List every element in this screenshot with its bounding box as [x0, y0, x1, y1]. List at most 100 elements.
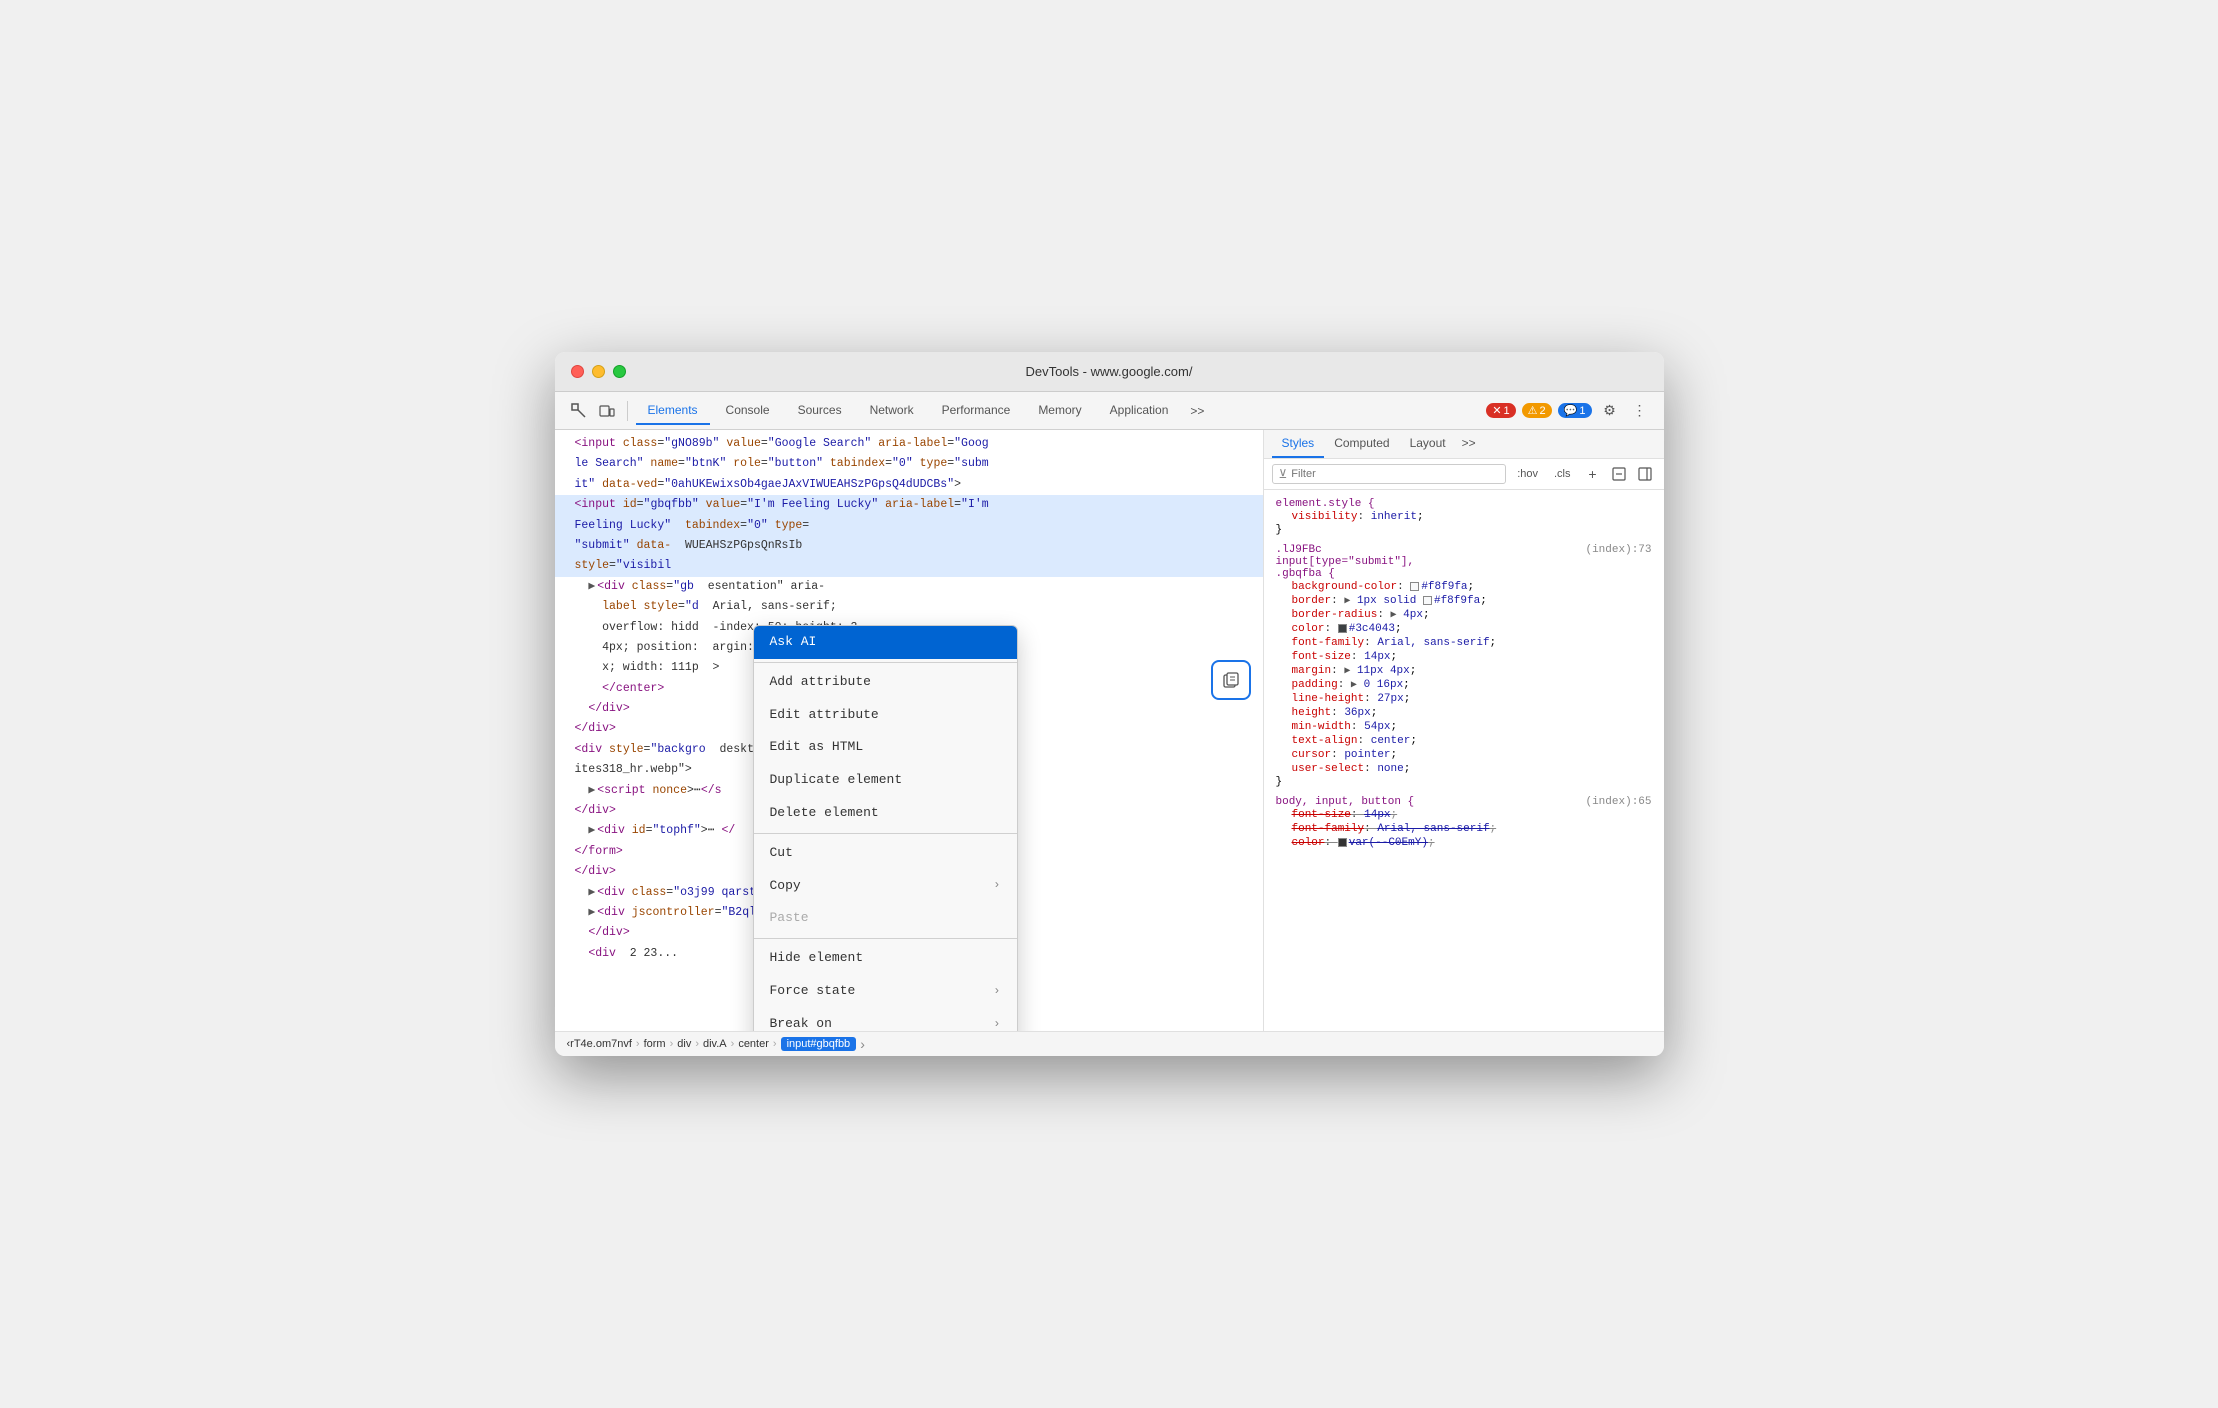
tab-overflow[interactable]: >>	[1184, 398, 1210, 424]
style-property[interactable]: border: ▶ 1px solid #f8f9fa;	[1276, 594, 1652, 608]
styles-tabs: Styles Computed Layout >>	[1264, 430, 1664, 459]
breadcrumb-item-div[interactable]: div	[677, 1038, 691, 1050]
menu-item-label: Hide element	[770, 948, 864, 969]
maximize-button[interactable]	[613, 365, 626, 378]
elements-panel[interactable]: <input class="gNO89b" value="Google Sear…	[555, 430, 1264, 1031]
code-line-highlighted: style="visibil	[555, 556, 1263, 576]
menu-item-label: Add attribute	[770, 672, 871, 693]
hov-button[interactable]: :hov	[1512, 465, 1543, 483]
style-property[interactable]: font-size: 14px;	[1276, 650, 1652, 664]
style-property[interactable]: user-select: none;	[1276, 762, 1652, 776]
style-rule: element.style { visibility: inherit; }	[1264, 494, 1664, 540]
ai-copy-button[interactable]	[1211, 660, 1251, 700]
menu-item-delete-element[interactable]: Delete element	[754, 797, 1017, 830]
style-selector-row: .lJ9FBc (index):73	[1276, 544, 1652, 556]
menu-item-ask-ai[interactable]: Ask AI	[754, 626, 1017, 659]
styles-toolbar: ⊻ :hov .cls +	[1264, 459, 1664, 490]
tab-sources[interactable]: Sources	[786, 397, 854, 425]
submenu-arrow-icon: ›	[993, 1015, 1000, 1031]
menu-item-label: Duplicate element	[770, 770, 903, 791]
menu-item-edit-attribute[interactable]: Edit attribute	[754, 699, 1017, 732]
breadcrumb-item-input[interactable]: input#gbqfbb	[781, 1037, 857, 1051]
new-style-rule-icon[interactable]	[1608, 463, 1630, 485]
breadcrumb-next-icon[interactable]: ›	[860, 1036, 865, 1052]
style-property[interactable]: cursor: pointer;	[1276, 748, 1652, 762]
code-line-highlighted: "submit" data- WUEAHSzPGpsQnRsIb	[555, 536, 1263, 556]
style-rule: body, input, button { (index):65 font-si…	[1264, 792, 1664, 854]
error-badge[interactable]: ✕ 1	[1486, 403, 1515, 418]
menu-item-paste: Paste	[754, 902, 1017, 935]
style-property[interactable]: margin: ▶ 11px 4px;	[1276, 664, 1652, 678]
styles-panel: Styles Computed Layout >> ⊻ :hov .cls +	[1264, 430, 1664, 1031]
menu-item-cut[interactable]: Cut	[754, 837, 1017, 870]
code-line: label style="d Arial, sans-serif;	[555, 597, 1263, 617]
info-icon: 💬	[1564, 404, 1578, 417]
style-selector-extra: input[type="submit"],	[1276, 556, 1652, 568]
cls-button[interactable]: .cls	[1549, 465, 1576, 483]
code-line-highlighted: <input id="gbqfbb" value="I'm Feeling Lu…	[555, 495, 1263, 515]
menu-item-duplicate-element[interactable]: Duplicate element	[754, 764, 1017, 797]
tab-layout[interactable]: Layout	[1400, 430, 1456, 458]
style-property[interactable]: color: #3c4043;	[1276, 622, 1652, 636]
color-swatch	[1410, 582, 1419, 591]
color-swatch	[1338, 838, 1347, 847]
tab-styles[interactable]: Styles	[1272, 430, 1325, 458]
tab-console[interactable]: Console	[714, 397, 782, 425]
style-rule: .lJ9FBc (index):73 input[type="submit"],…	[1264, 540, 1664, 792]
code-line: <input class="gNO89b" value="Google Sear…	[555, 434, 1263, 454]
menu-item-break-on[interactable]: Break on ›	[754, 1008, 1017, 1031]
settings-icon[interactable]: ⚙	[1598, 399, 1622, 423]
rule-close: }	[1276, 524, 1652, 536]
color-swatch	[1338, 624, 1347, 633]
style-property[interactable]: font-family: Arial, sans-serif;	[1276, 636, 1652, 650]
tab-elements[interactable]: Elements	[636, 397, 710, 425]
menu-separator	[754, 833, 1017, 834]
menu-item-force-state[interactable]: Force state ›	[754, 975, 1017, 1008]
filter-input[interactable]	[1291, 468, 1499, 480]
styles-tab-overflow[interactable]: >>	[1456, 430, 1482, 458]
info-count: 1	[1579, 405, 1585, 417]
style-property[interactable]: border-radius: ▶ 4px;	[1276, 608, 1652, 622]
tab-performance[interactable]: Performance	[930, 397, 1023, 425]
style-property[interactable]: line-height: 27px;	[1276, 692, 1652, 706]
breadcrumb-item-diva[interactable]: div.A	[703, 1038, 727, 1050]
breadcrumb-item-form[interactable]: form	[644, 1038, 666, 1050]
style-property[interactable]: font-size: 14px;	[1276, 808, 1652, 822]
menu-item-label: Copy	[770, 876, 801, 897]
tab-memory[interactable]: Memory	[1026, 397, 1093, 425]
more-options-icon[interactable]: ⋮	[1628, 399, 1652, 423]
close-button[interactable]	[571, 365, 584, 378]
breadcrumb-item-center[interactable]: center	[738, 1038, 769, 1050]
style-property[interactable]: padding: ▶ 0 16px;	[1276, 678, 1652, 692]
submenu-arrow-icon: ›	[993, 876, 1000, 895]
inspect-element-icon[interactable]	[567, 399, 591, 423]
breadcrumb-separator: ›	[731, 1038, 735, 1050]
info-badge[interactable]: 💬 1	[1558, 403, 1592, 418]
breadcrumb-separator: ›	[695, 1038, 699, 1050]
breadcrumb-item-rt4e[interactable]: ‹rT4e.om7nvf	[567, 1038, 632, 1050]
tab-computed[interactable]: Computed	[1324, 430, 1399, 458]
style-property[interactable]: visibility: inherit;	[1276, 510, 1652, 524]
style-property[interactable]: background-color: #f8f9fa;	[1276, 580, 1652, 594]
style-selector-row: body, input, button { (index):65	[1276, 796, 1652, 808]
menu-item-add-attribute[interactable]: Add attribute	[754, 666, 1017, 699]
style-property[interactable]: min-width: 54px;	[1276, 720, 1652, 734]
warning-badge[interactable]: ⚠ 2	[1522, 403, 1552, 418]
style-property[interactable]: height: 36px;	[1276, 706, 1652, 720]
code-line: ▶<div class="gb esentation" aria-	[555, 577, 1263, 597]
tab-application[interactable]: Application	[1098, 397, 1181, 425]
style-property[interactable]: text-align: center;	[1276, 734, 1652, 748]
minimize-button[interactable]	[592, 365, 605, 378]
toggle-sidebar-icon[interactable]	[1634, 463, 1656, 485]
warning-count: 2	[1540, 405, 1546, 417]
menu-separator	[754, 938, 1017, 939]
style-property[interactable]: font-family: Arial, sans-serif;	[1276, 822, 1652, 836]
add-style-rule-icon[interactable]: +	[1582, 463, 1604, 485]
menu-item-edit-as-html[interactable]: Edit as HTML	[754, 731, 1017, 764]
style-property[interactable]: color: var(--C0EmY);	[1276, 836, 1652, 850]
menu-item-hide-element[interactable]: Hide element	[754, 942, 1017, 975]
menu-item-label: Delete element	[770, 803, 879, 824]
device-toggle-icon[interactable]	[595, 399, 619, 423]
menu-item-copy[interactable]: Copy ›	[754, 870, 1017, 903]
tab-network[interactable]: Network	[858, 397, 926, 425]
